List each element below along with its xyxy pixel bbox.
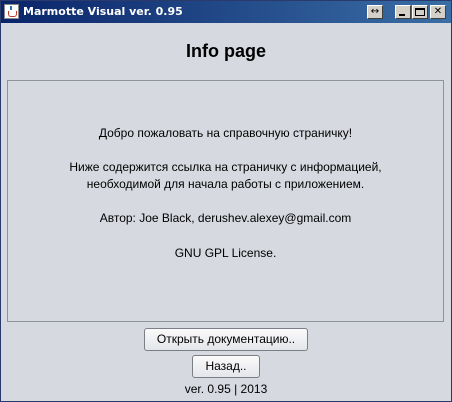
minimize-icon (399, 14, 405, 16)
title-bar[interactable]: Marmotte Visual ver. 0.95 ↔ ✕ (1, 1, 451, 23)
resize-arrows-icon: ↔ (370, 6, 380, 17)
resize-horizontal-button[interactable]: ↔ (367, 5, 383, 19)
description-line-1: Ниже содержится ссылка на страничку с ин… (69, 160, 382, 174)
description-line-2: необходимой для начала работы с приложен… (86, 177, 365, 191)
maximize-button[interactable] (412, 5, 428, 19)
author-text: Автор: Joe Black, derushev.alexey@gmail.… (99, 211, 352, 225)
welcome-text: Добро пожаловать на справочную страничку… (98, 126, 353, 140)
info-panel: Добро пожаловать на справочную страничку… (7, 80, 444, 322)
window-title: Marmotte Visual ver. 0.95 (23, 5, 183, 18)
minimize-button[interactable] (395, 5, 411, 19)
license-text: GNU GPL License. (174, 246, 277, 260)
maximize-icon (415, 8, 425, 16)
close-icon: ✕ (433, 6, 443, 17)
version-footer: ver. 0.95 | 2013 (184, 382, 268, 396)
back-button[interactable]: Назад.. (192, 355, 260, 378)
open-documentation-button[interactable]: Открыть документацию.. (144, 328, 308, 351)
java-cup-steam (10, 6, 12, 10)
java-cup-icon (4, 4, 19, 19)
close-button[interactable]: ✕ (430, 5, 446, 19)
app-window: Marmotte Visual ver. 0.95 ↔ ✕ Info page … (0, 0, 452, 402)
page-title: Info page (186, 41, 266, 61)
java-cup-body (8, 11, 17, 17)
